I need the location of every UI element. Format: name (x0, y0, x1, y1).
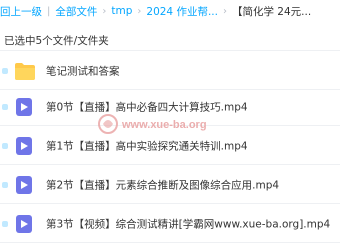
list-item-video[interactable]: 第1节【直播】高中实验探究通关特训.mp4 (0, 128, 340, 164)
breadcrumb-folder-2024[interactable]: 2024 作业帮... (146, 4, 218, 19)
file-name[interactable]: 第0节【直播】高中必备四大计算技巧.mp4 (46, 100, 248, 115)
breadcrumb-separator: | (47, 5, 51, 17)
divider (0, 50, 340, 51)
file-name[interactable]: 第1节【直播】高中实验探究通关特训.mp4 (46, 139, 248, 154)
file-name[interactable]: 第2节【直播】元素综合推断及图像综合应用.mp4 (46, 178, 279, 193)
selection-count: 已选中5个文件/文件夹 (4, 35, 109, 47)
chevron-right-icon: › (102, 5, 107, 17)
video-icon (14, 97, 36, 117)
breadcrumb-all-files[interactable]: 全部文件 (55, 4, 97, 19)
video-icon (14, 175, 36, 195)
chevron-right-icon: › (137, 5, 142, 17)
selected-checkbox[interactable] (2, 221, 8, 227)
file-name[interactable]: 第3节【视频】综合测试精讲[学霸网www.xue-ba.org].mp4 (46, 217, 330, 232)
breadcrumb-current: 【简化学 24元... (231, 5, 312, 18)
breadcrumb: 回上一级 | 全部文件 › tmp › 2024 作业帮... › 【简化学 2… (0, 0, 340, 22)
selected-checkbox[interactable] (2, 68, 8, 74)
folder-icon (14, 61, 36, 81)
breadcrumb-tmp[interactable]: tmp (111, 5, 132, 17)
back-link[interactable]: 回上一级 (0, 4, 42, 19)
divider (0, 125, 340, 126)
file-name[interactable]: 笔记测试和答案 (46, 64, 120, 79)
divider (0, 203, 340, 204)
list-item-video[interactable]: 第0节【直播】高中必备四大计算技巧.mp4 (0, 89, 340, 125)
list-item-folder[interactable]: 笔记测试和答案 (0, 53, 340, 89)
chevron-right-icon: › (222, 5, 227, 17)
selected-checkbox[interactable] (2, 182, 8, 188)
selected-checkbox[interactable] (2, 143, 8, 149)
list-item-video[interactable]: 第3节【视频】综合测试精讲[学霸网www.xue-ba.org].mp4 (0, 206, 340, 242)
video-icon (14, 136, 36, 156)
divider (0, 242, 340, 243)
video-icon (14, 214, 36, 234)
list-item-video[interactable]: 第2节【直播】元素综合推断及图像综合应用.mp4 (0, 167, 340, 203)
divider (0, 164, 340, 165)
selected-checkbox[interactable] (2, 104, 8, 110)
